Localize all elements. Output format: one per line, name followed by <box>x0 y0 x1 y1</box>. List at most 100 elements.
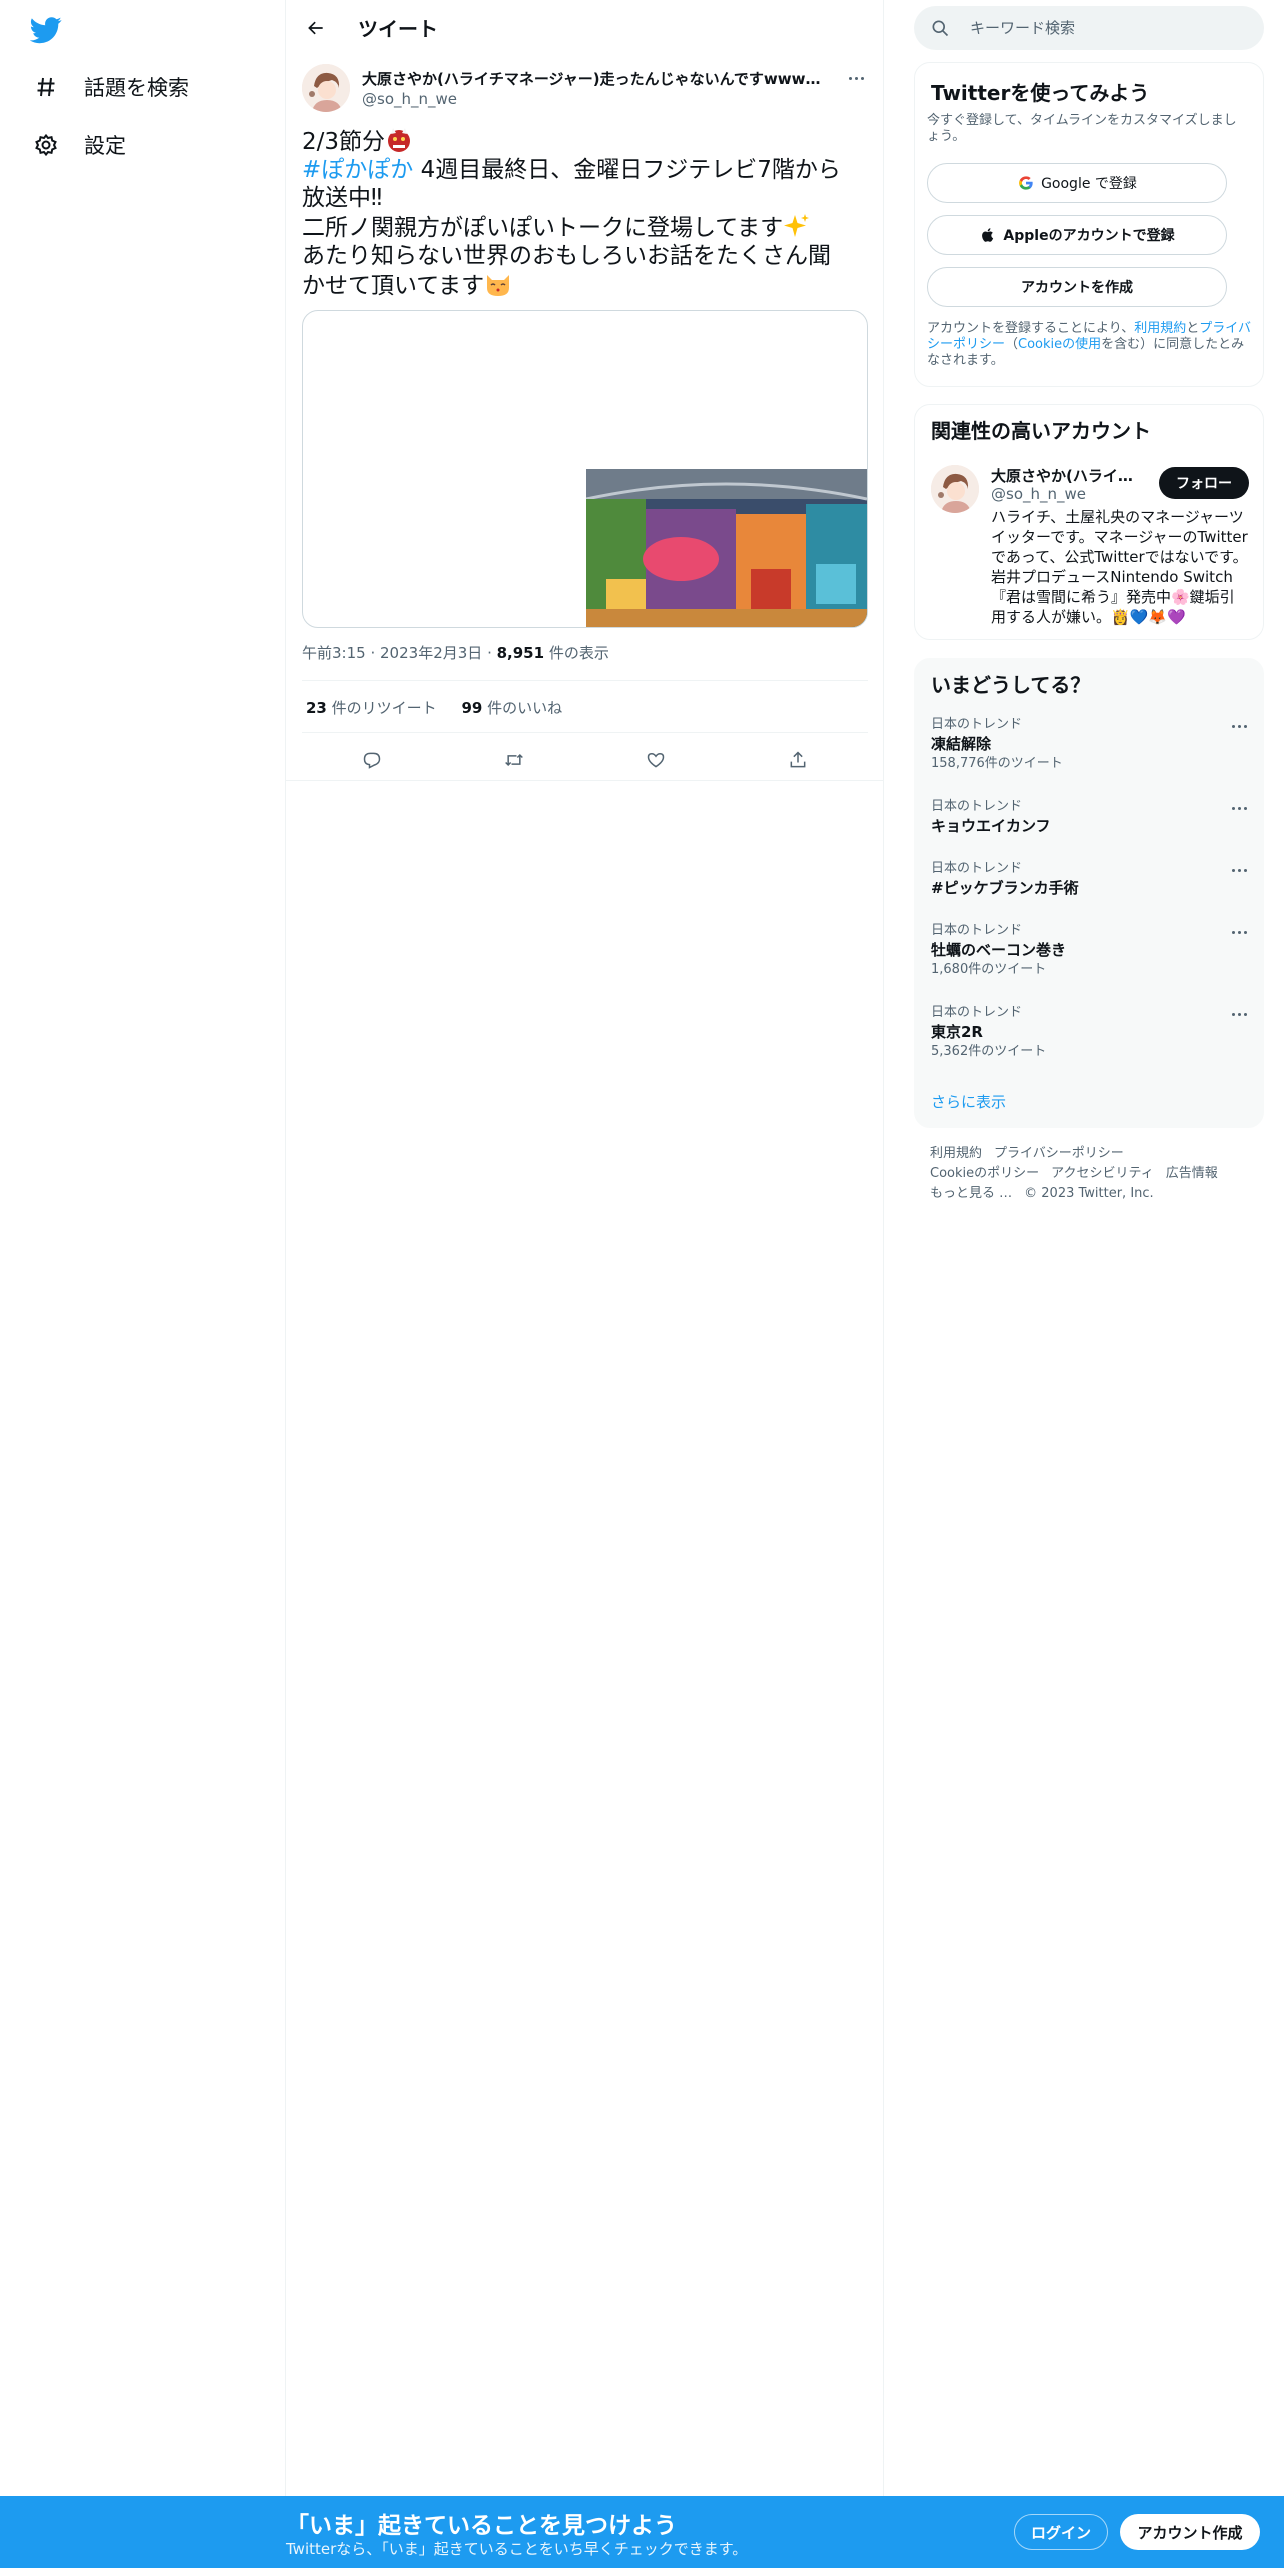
create-account-button[interactable]: アカウントを作成 <box>927 267 1227 307</box>
like-button[interactable] <box>640 744 672 776</box>
trend-item[interactable]: 日本のトレンド 東京2R 5,362件のツイート <box>931 1005 1249 1060</box>
search-icon <box>932 20 949 37</box>
footer-link[interactable]: アクセシビリティ <box>1051 1166 1154 1181</box>
show-more-link[interactable]: さらに表示 <box>931 1091 1006 1112</box>
tweet-stats: 23 件のリツイート 99 件のいいね <box>306 697 582 718</box>
tweet-date[interactable]: 2023年2月3日 <box>380 644 482 662</box>
login-button[interactable]: ログイン <box>1014 2514 1108 2550</box>
sparkles-emoji-icon <box>783 212 811 240</box>
trend-count: 158,776件のツイート <box>931 756 1063 771</box>
header: ツイート <box>286 0 884 54</box>
retweet-button[interactable] <box>498 744 530 776</box>
search-input[interactable] <box>970 6 1250 50</box>
trend-name: 東京2R <box>931 1023 983 1041</box>
avatar[interactable] <box>302 64 350 112</box>
signup-button[interactable]: アカウント作成 <box>1120 2514 1260 2550</box>
left-sidebar: 話題を検索 設定 <box>0 0 286 2496</box>
avatar[interactable] <box>931 465 979 513</box>
banner-title: 「いま」起きていることを見つけよう <box>286 2513 677 2539</box>
trend-name: キョウエイカンフ <box>931 817 1051 835</box>
signup-title: Twitterを使ってみよう <box>931 81 1150 105</box>
share-button[interactable] <box>782 744 814 776</box>
kissing-cat-emoji-icon <box>484 270 512 298</box>
follow-button[interactable]: フォロー <box>1159 467 1249 499</box>
page-title: ツイート <box>358 17 438 41</box>
twitter-bird-icon[interactable] <box>29 14 68 46</box>
more-options-icon[interactable] <box>844 68 868 88</box>
terms-paren: （ <box>1005 337 1019 352</box>
tweet-line: 4週目最終日、金曜日フジテレビ7階から <box>413 157 841 183</box>
footer-link[interactable]: プライバシーポリシー <box>994 1146 1124 1161</box>
tweet-text: 2/3節分 #ぽかぽか 4週目最終日、金曜日フジテレビ7階から 放送中‼ 二所ノ… <box>302 126 868 300</box>
cookie-link[interactable]: Cookieの使用 <box>1018 337 1101 352</box>
footer-link[interactable]: 広告情報 <box>1166 1166 1218 1181</box>
trend-name: #ピッケブランカ手術 <box>931 879 1079 897</box>
divider <box>302 732 868 733</box>
terms-text: アカウントを登録することにより、利用規約とプライバシーポリシー（Cookieの使… <box>927 321 1251 369</box>
terms-and: と <box>1186 321 1200 336</box>
signup-card: Twitterを使ってみよう 今すぐ登録して、タイムラインをカスタマイズしましょ… <box>914 62 1264 387</box>
more-options-icon[interactable] <box>1229 925 1249 939</box>
footer-links: 利用規約 プライバシーポリシー Cookieのポリシー アクセシビリティ 広告情報 も… <box>930 1144 1250 1204</box>
studio-photo[interactable] <box>586 469 867 627</box>
trend-item[interactable]: 日本のトレンド 凍結解除 158,776件のツイート <box>931 717 1249 772</box>
more-options-icon[interactable] <box>1229 719 1249 733</box>
google-icon <box>1017 174 1035 192</box>
footer-link[interactable]: Cookieのポリシー <box>930 1166 1039 1181</box>
trend-count: 1,680件のツイート <box>931 962 1047 977</box>
retweets-count: 23 <box>306 699 327 717</box>
views-count: 8,951 <box>496 644 545 662</box>
tweet-line: 2/3節分 <box>302 129 386 155</box>
related-accounts-card: 関連性の高いアカウント 大原さやか(ハライチマネージャー) @so_h_n_we… <box>914 404 1264 640</box>
trend-context: 日本のトレンド <box>931 861 1023 876</box>
trends-card: いまどうしてる？ 日本のトレンド 凍結解除 158,776件のツイート 日本のト… <box>914 658 1264 1128</box>
tweet-line: かせて頂いてます <box>302 273 485 299</box>
footer-link[interactable]: 利用規約 <box>930 1146 982 1161</box>
tweet-meta: 午前3:15 · 2023年2月3日 · 8,951 件の表示 <box>302 644 609 662</box>
more-options-icon[interactable] <box>1229 1007 1249 1021</box>
hashtag-link[interactable]: #ぽかぽか <box>302 157 413 183</box>
trend-context: 日本のトレンド <box>931 923 1023 938</box>
more-options-icon[interactable] <box>1229 863 1249 877</box>
more-options-icon[interactable] <box>1229 801 1249 815</box>
footer-link[interactable]: もっと見る … <box>930 1186 1012 1201</box>
tweet-line: 放送中‼ <box>302 185 383 211</box>
retweets-stat[interactable]: 23 件のリツイート <box>306 699 437 717</box>
hashtag-icon <box>32 73 60 101</box>
signup-banner: 「いま」起きていることを見つけよう Twitterなら、「いま」起きていることを… <box>0 2496 1284 2568</box>
trend-item[interactable]: 日本のトレンド #ピッケブランカ手術 <box>931 861 1249 898</box>
heart-icon <box>647 752 665 768</box>
author-handle[interactable]: @so_h_n_we <box>362 90 457 108</box>
gear-icon <box>32 131 60 159</box>
related-title: 関連性の高いアカウント <box>931 419 1151 443</box>
reply-button[interactable] <box>356 744 388 776</box>
divider <box>302 680 868 681</box>
trend-item[interactable]: 日本のトレンド キョウエイカンフ <box>931 799 1249 836</box>
related-account-handle[interactable]: @so_h_n_we <box>991 485 1086 503</box>
apple-icon <box>979 226 997 244</box>
retweet-icon <box>505 753 523 767</box>
trend-item[interactable]: 日本のトレンド 牡蠣のベーコン巻き 1,680件のツイート <box>931 923 1249 978</box>
tweet-actions <box>302 740 868 780</box>
tweet-media[interactable] <box>302 310 868 628</box>
apple-signup-button[interactable]: Appleのアカウントで登録 <box>927 215 1227 255</box>
related-account-bio: ハライチ、土屋礼央のマネージャーツイッターです。マネージャーのTwitterであ… <box>991 508 1248 626</box>
sidebar-item-settings[interactable]: 設定 <box>32 125 126 165</box>
trend-name: 牡蠣のベーコン巻き <box>931 941 1067 959</box>
share-icon <box>790 751 806 768</box>
likes-count: 99 <box>461 699 483 717</box>
trend-context: 日本のトレンド <box>931 1005 1023 1020</box>
google-signup-button[interactable]: Google で登録 <box>927 163 1227 203</box>
tweet-time[interactable]: 午前3:15 <box>302 644 366 662</box>
terms-prefix: アカウントを登録することにより、 <box>927 321 1135 336</box>
tweet-line: あたり知らない世界のおもしろいお話をたくさん聞 <box>302 243 831 269</box>
author-name[interactable]: 大原さやか(ハライチマネージャー)走ったんじゃないんですwwwwwwwwwwww… <box>362 68 832 89</box>
sidebar-item-explore[interactable]: 話題を検索 <box>32 67 189 107</box>
likes-stat[interactable]: 99 件のいいね <box>461 699 562 717</box>
search-bar[interactable] <box>914 6 1264 50</box>
apple-signup-label: Appleのアカウントで登録 <box>1003 228 1175 244</box>
trend-context: 日本のトレンド <box>931 717 1023 732</box>
terms-link[interactable]: 利用規約 <box>1134 321 1186 336</box>
back-button[interactable] <box>300 12 332 44</box>
related-account-name[interactable]: 大原さやか(ハライチマネージャー) <box>991 465 1143 486</box>
